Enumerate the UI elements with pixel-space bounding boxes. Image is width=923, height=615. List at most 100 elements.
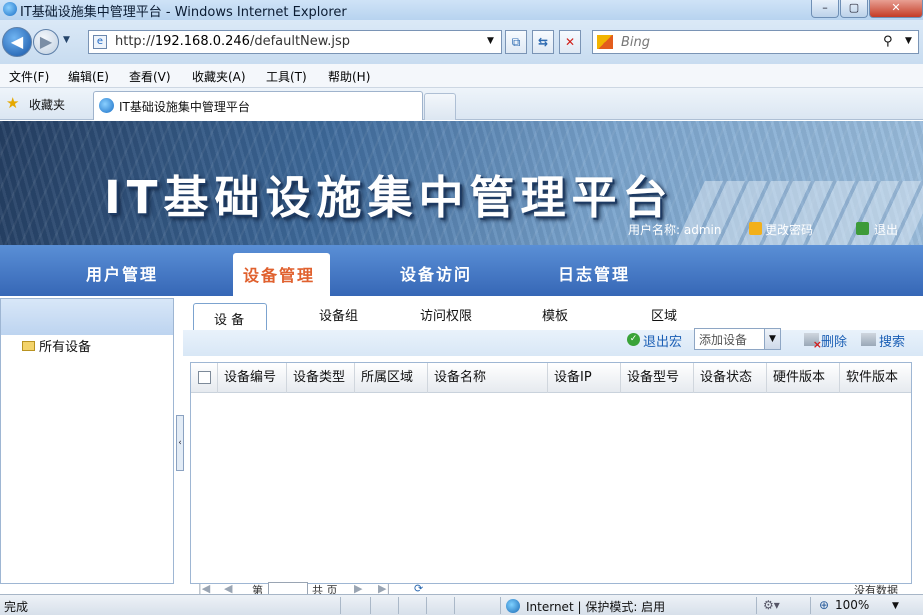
- tab-devices-label: 设 备: [214, 313, 245, 328]
- column-device-id[interactable]: 设备编号: [217, 363, 286, 393]
- tab-devices[interactable]: 设 备: [193, 303, 267, 330]
- search-button[interactable]: 搜索: [879, 331, 905, 350]
- device-table: 设备编号 设备类型 所属区域 设备名称 设备IP 设备型号 设备状态 硬件版本 …: [190, 362, 912, 584]
- no-data-label: 没有数据: [854, 584, 898, 594]
- nav-device-management-label: 设备管理: [243, 266, 316, 285]
- column-device-name[interactable]: 设备名称: [427, 363, 547, 393]
- tab-access-rights[interactable]: 访问权限: [420, 305, 472, 324]
- search-icon[interactable]: ⚲: [883, 34, 893, 49]
- column-region[interactable]: 所属区域: [354, 363, 427, 393]
- url-host: 192.168.0.246: [154, 34, 250, 49]
- browser-tab-active[interactable]: IT基础设施集中管理平台: [93, 91, 423, 120]
- column-software-version[interactable]: 软件版本: [839, 363, 911, 393]
- nav-device-access[interactable]: 设备访问: [400, 261, 472, 285]
- compat-icon: ⧉: [511, 35, 521, 49]
- page-label: 第: [252, 584, 263, 594]
- column-device-type[interactable]: 设备类型: [286, 363, 354, 393]
- device-tree-panel: 所有设备: [0, 298, 174, 584]
- next-page-icon[interactable]: ▶: [354, 582, 362, 594]
- menu-edit[interactable]: 编辑(E): [68, 68, 109, 85]
- address-toolbar: ◀ ▶ ▼ e http://192.168.0.246/defaultNew.…: [0, 20, 923, 64]
- select-all-checkbox[interactable]: [198, 371, 211, 384]
- url-text[interactable]: http://192.168.0.246/defaultNew.jsp: [115, 34, 350, 49]
- column-device-ip[interactable]: 设备IP: [547, 363, 620, 393]
- main-nav: 用户管理 设备访问 日志管理: [0, 245, 923, 296]
- star-icon[interactable]: ★: [6, 94, 19, 112]
- delete-button[interactable]: 删除: [821, 331, 847, 350]
- zoom-dropdown-icon[interactable]: ▼: [892, 601, 899, 611]
- nav-device-management[interactable]: 设备管理: [233, 253, 330, 296]
- status-divider: [756, 597, 757, 614]
- status-divider: [426, 597, 427, 614]
- page-number-input[interactable]: [268, 582, 308, 594]
- search-input[interactable]: Bing ⚲ ▼: [592, 30, 919, 54]
- last-page-icon[interactable]: ▶|: [378, 582, 390, 594]
- status-divider: [370, 597, 371, 614]
- menu-favorites[interactable]: 收藏夹(A): [192, 68, 246, 85]
- add-device-select[interactable]: 添加设备 ▼: [694, 328, 781, 350]
- url-path: /defaultNew.jsp: [249, 34, 350, 49]
- tab-device-groups[interactable]: 设备组: [319, 305, 358, 324]
- window-title-bar: IT基础设施集中管理平台 - Windows Internet Explorer…: [0, 0, 923, 20]
- chevron-down-icon[interactable]: ▼: [764, 329, 780, 349]
- menu-file[interactable]: 文件(F): [9, 68, 49, 85]
- column-device-status[interactable]: 设备状态: [693, 363, 766, 393]
- menu-tools[interactable]: 工具(T): [266, 68, 307, 85]
- stop-icon: ✕: [564, 35, 576, 49]
- refresh-button[interactable]: ⇆: [532, 30, 554, 54]
- bing-icon: [597, 35, 613, 49]
- menu-view[interactable]: 查看(V): [129, 68, 171, 85]
- column-hardware-version[interactable]: 硬件版本: [766, 363, 839, 393]
- arrow-right-icon: ▶: [39, 32, 53, 51]
- address-bar[interactable]: e http://192.168.0.246/defaultNew.jsp ▼: [88, 30, 502, 54]
- status-divider: [340, 597, 341, 614]
- status-divider: [810, 597, 811, 614]
- check-circle-icon: ✓: [627, 333, 640, 346]
- menu-bar: 文件(F) 编辑(E) 查看(V) 收藏夹(A) 工具(T) 帮助(H): [0, 64, 923, 88]
- panel-collapse-handle[interactable]: ‹: [176, 415, 184, 471]
- back-button[interactable]: ◀: [2, 27, 32, 57]
- forward-button[interactable]: ▶: [33, 29, 59, 55]
- tab-templates[interactable]: 模板: [542, 305, 568, 324]
- close-button[interactable]: ✕: [869, 0, 923, 18]
- ie-icon: [3, 2, 17, 16]
- page-icon: e: [93, 35, 107, 49]
- lock-icon: [749, 222, 762, 235]
- table-pager: |◀ ◀ 第 共 页 ▶ ▶| ⟳ 没有数据: [190, 580, 912, 594]
- exit-macro-button[interactable]: 退出宏: [643, 331, 682, 350]
- first-page-icon[interactable]: |◀: [198, 582, 210, 594]
- logout-icon: [856, 222, 869, 235]
- address-dropdown-icon[interactable]: ▼: [487, 36, 494, 46]
- column-device-model[interactable]: 设备型号: [620, 363, 693, 393]
- prev-page-icon[interactable]: ◀: [224, 582, 232, 594]
- refresh-icon: ⇆: [537, 35, 549, 49]
- compatibility-view-button[interactable]: ⧉: [505, 30, 527, 54]
- status-divider: [500, 597, 501, 614]
- nav-user-management[interactable]: 用户管理: [86, 261, 158, 285]
- search-dropdown-icon[interactable]: ▼: [905, 36, 912, 46]
- refresh-page-icon[interactable]: ⟳: [414, 582, 423, 594]
- security-settings-icon[interactable]: ⚙▾: [763, 598, 780, 612]
- stop-button[interactable]: ✕: [559, 30, 581, 54]
- change-password-link[interactable]: 更改密码: [765, 221, 813, 238]
- user-name-label: 用户名称: admin: [628, 223, 722, 237]
- status-divider: [454, 597, 455, 614]
- maximize-button[interactable]: ▢: [840, 0, 868, 18]
- new-tab-button[interactable]: [424, 93, 456, 120]
- zoom-icon: ⊕: [819, 598, 830, 612]
- favorites-button[interactable]: 收藏夹: [29, 96, 65, 113]
- delete-icon: [804, 333, 822, 351]
- minimize-button[interactable]: –: [811, 0, 839, 18]
- tab-regions[interactable]: 区域: [651, 305, 677, 324]
- status-bar: 完成 Internet | 保护模式: 启用 ⚙▾ ⊕ 100% ▼: [0, 594, 923, 615]
- security-zone[interactable]: Internet | 保护模式: 启用: [526, 598, 665, 615]
- nav-log-management[interactable]: 日志管理: [558, 261, 630, 285]
- tree-node-all-devices[interactable]: 所有设备: [39, 336, 91, 355]
- history-dropdown-icon[interactable]: ▼: [63, 35, 70, 45]
- search-tool-icon: [861, 333, 876, 346]
- folder-icon: [22, 341, 35, 351]
- zoom-level[interactable]: 100%: [835, 598, 869, 612]
- menu-help[interactable]: 帮助(H): [328, 68, 370, 85]
- logout-link[interactable]: 退出: [874, 221, 898, 238]
- app-title: IT基础设施集中管理平台: [104, 171, 674, 224]
